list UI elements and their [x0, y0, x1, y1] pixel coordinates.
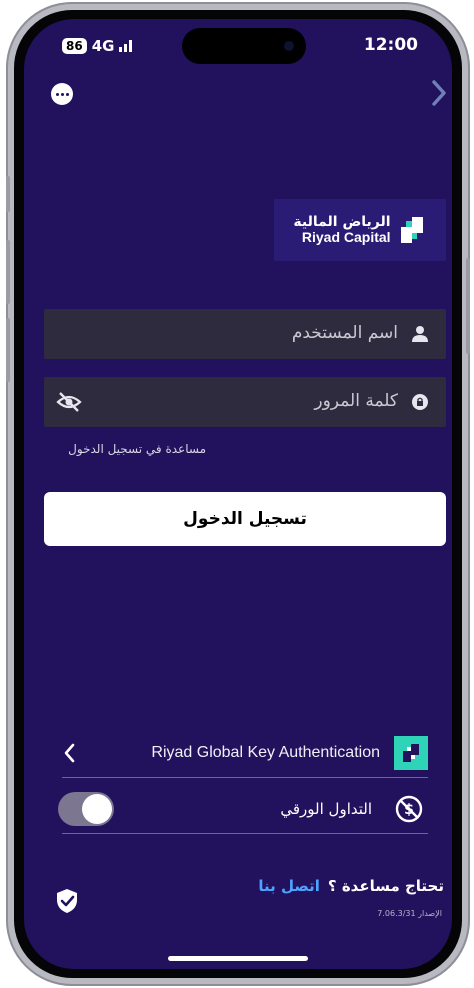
lock-icon: [410, 392, 430, 412]
signal-icon: [119, 40, 133, 52]
username-field[interactable]: اسم المستخدم: [44, 309, 446, 359]
network-label: 4G: [91, 37, 115, 55]
paper-trading-row: التداول الورقي $: [58, 786, 428, 834]
status-bar-left: 86 4G: [62, 37, 133, 55]
phone-side-button: [6, 318, 10, 382]
paper-trading-label: التداول الورقي: [280, 800, 372, 818]
battery-badge: 86: [62, 38, 87, 54]
need-help-text: تحتاج مساعدة ؟: [327, 877, 444, 895]
chevron-right-icon[interactable]: [426, 75, 452, 111]
rgk-label: Riyad Global Key Authentication: [151, 744, 380, 761]
eye-off-icon[interactable]: [56, 390, 82, 414]
login-help-link[interactable]: مساعدة في تسجيل الدخول: [68, 442, 206, 456]
chevron-left-icon: [62, 742, 76, 764]
contact-us-link[interactable]: اتصل بنا: [258, 877, 320, 895]
user-icon: [410, 324, 430, 344]
riyad-logo-mark-icon: [397, 215, 427, 245]
username-placeholder: اسم المستخدم: [291, 323, 398, 343]
home-indicator[interactable]: [168, 956, 308, 961]
logo-name-english: Riyad Capital: [301, 229, 391, 245]
dynamic-island: [182, 28, 306, 64]
app-version: الإصدار 7.06.3/31: [377, 909, 442, 918]
phone-side-button: [6, 240, 10, 304]
riyad-key-icon: [394, 736, 428, 770]
rgk-authentication-row[interactable]: Riyad Global Key Authentication: [62, 732, 428, 778]
status-time: 12:00: [363, 35, 418, 55]
logo-text: الرياض المالية Riyad Capital: [293, 215, 390, 244]
shield-check-icon: [54, 887, 80, 915]
password-placeholder: كلمة المرور: [314, 391, 398, 411]
password-field[interactable]: كلمة المرور: [44, 377, 446, 427]
no-money-icon: $: [394, 794, 424, 824]
paper-trading-toggle[interactable]: [58, 792, 114, 826]
more-dots-icon[interactable]: [51, 83, 73, 105]
riyad-capital-logo: الرياض المالية Riyad Capital: [274, 199, 446, 261]
app-screen: 86 4G 12:00 الرياض المالية Riyad Capital…: [24, 19, 452, 969]
toggle-knob: [82, 794, 112, 824]
footer-help: تحتاج مساعدة ؟ اتصل بنا: [258, 877, 444, 895]
login-button[interactable]: تسجيل الدخول: [44, 492, 446, 546]
camera-icon: [284, 41, 294, 51]
phone-side-button: [6, 176, 10, 212]
logo-name-arabic: الرياض المالية: [293, 214, 391, 231]
phone-side-button: [466, 258, 470, 354]
